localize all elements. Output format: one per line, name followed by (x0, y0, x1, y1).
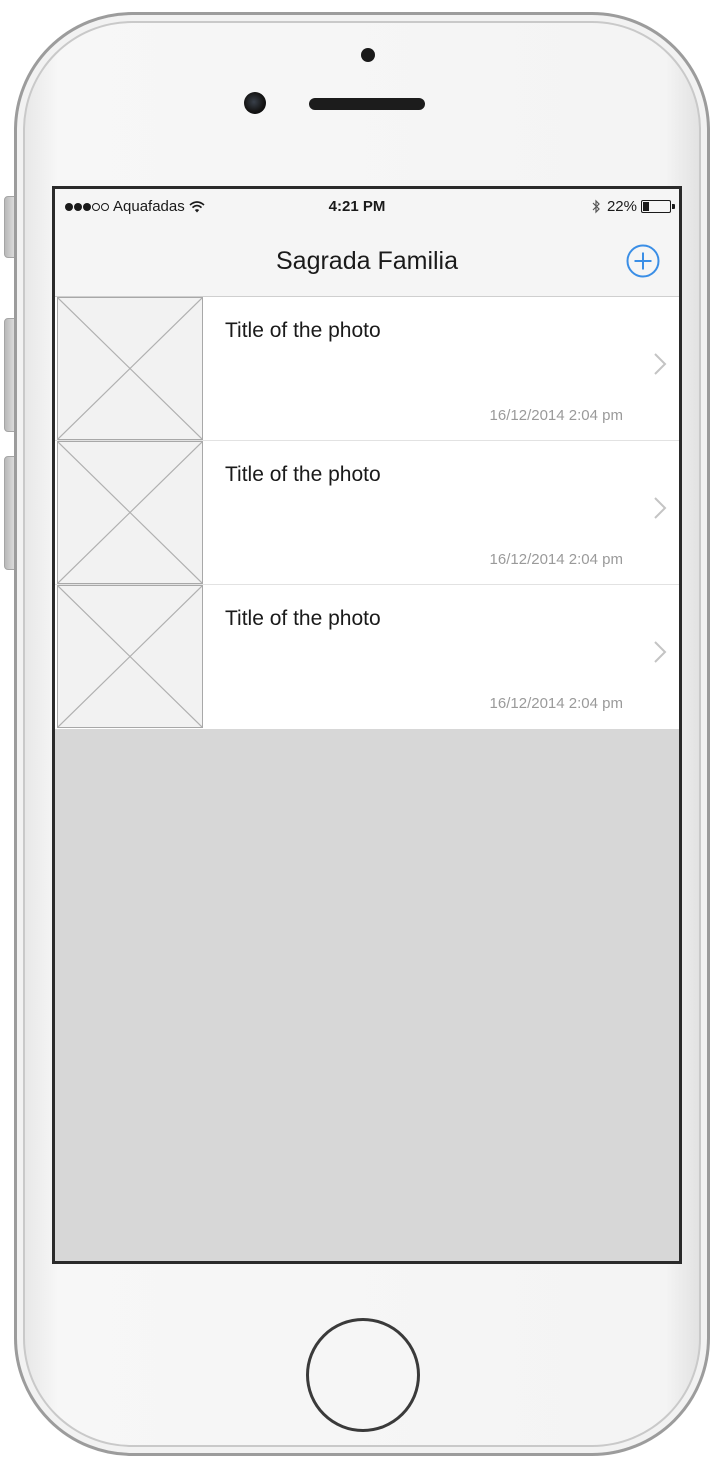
status-time: 4:21 PM (328, 198, 386, 215)
chevron-right-icon (654, 353, 667, 375)
front-camera (244, 92, 266, 114)
photo-title: Title of the photo (225, 319, 381, 342)
battery-fill (643, 202, 650, 211)
photo-row[interactable]: Title of the photo 16/12/2014 2:04 pm (55, 441, 679, 585)
add-photo-button[interactable] (625, 243, 661, 279)
chevron-right-icon (654, 641, 667, 663)
earpiece-speaker (309, 98, 425, 110)
home-button[interactable] (306, 1318, 420, 1432)
navigation-bar: Sagrada Familia (55, 225, 679, 297)
battery-percent: 22% (606, 198, 637, 215)
battery-tip (672, 204, 675, 209)
device-mockup: Aquafadas 4:21 PM 22% Sagrada Familia Ti… (0, 0, 712, 1461)
sensor-dot (361, 48, 375, 62)
photo-row[interactable]: Title of the photo 16/12/2014 2:04 pm (55, 297, 679, 441)
plus-circle-icon (626, 244, 660, 278)
image-placeholder-icon (57, 297, 203, 440)
chevron-right-icon (654, 497, 667, 519)
photo-list: Title of the photo 16/12/2014 2:04 pm Ti… (55, 297, 679, 729)
screen: Aquafadas 4:21 PM 22% Sagrada Familia Ti… (52, 186, 682, 1264)
photo-date: 16/12/2014 2:04 pm (489, 551, 623, 568)
image-placeholder-icon (57, 441, 203, 584)
status-bar: Aquafadas 4:21 PM 22% (55, 189, 679, 225)
image-placeholder-icon (57, 585, 203, 728)
photo-title: Title of the photo (225, 463, 381, 486)
photo-date: 16/12/2014 2:04 pm (489, 407, 623, 424)
page-title: Sagrada Familia (275, 247, 459, 275)
photo-row[interactable]: Title of the photo 16/12/2014 2:04 pm (55, 585, 679, 729)
photo-title: Title of the photo (225, 607, 381, 630)
photo-date: 16/12/2014 2:04 pm (489, 695, 623, 712)
battery-icon (641, 200, 675, 213)
bluetooth-icon (592, 199, 600, 214)
status-right: 22% (592, 198, 675, 215)
